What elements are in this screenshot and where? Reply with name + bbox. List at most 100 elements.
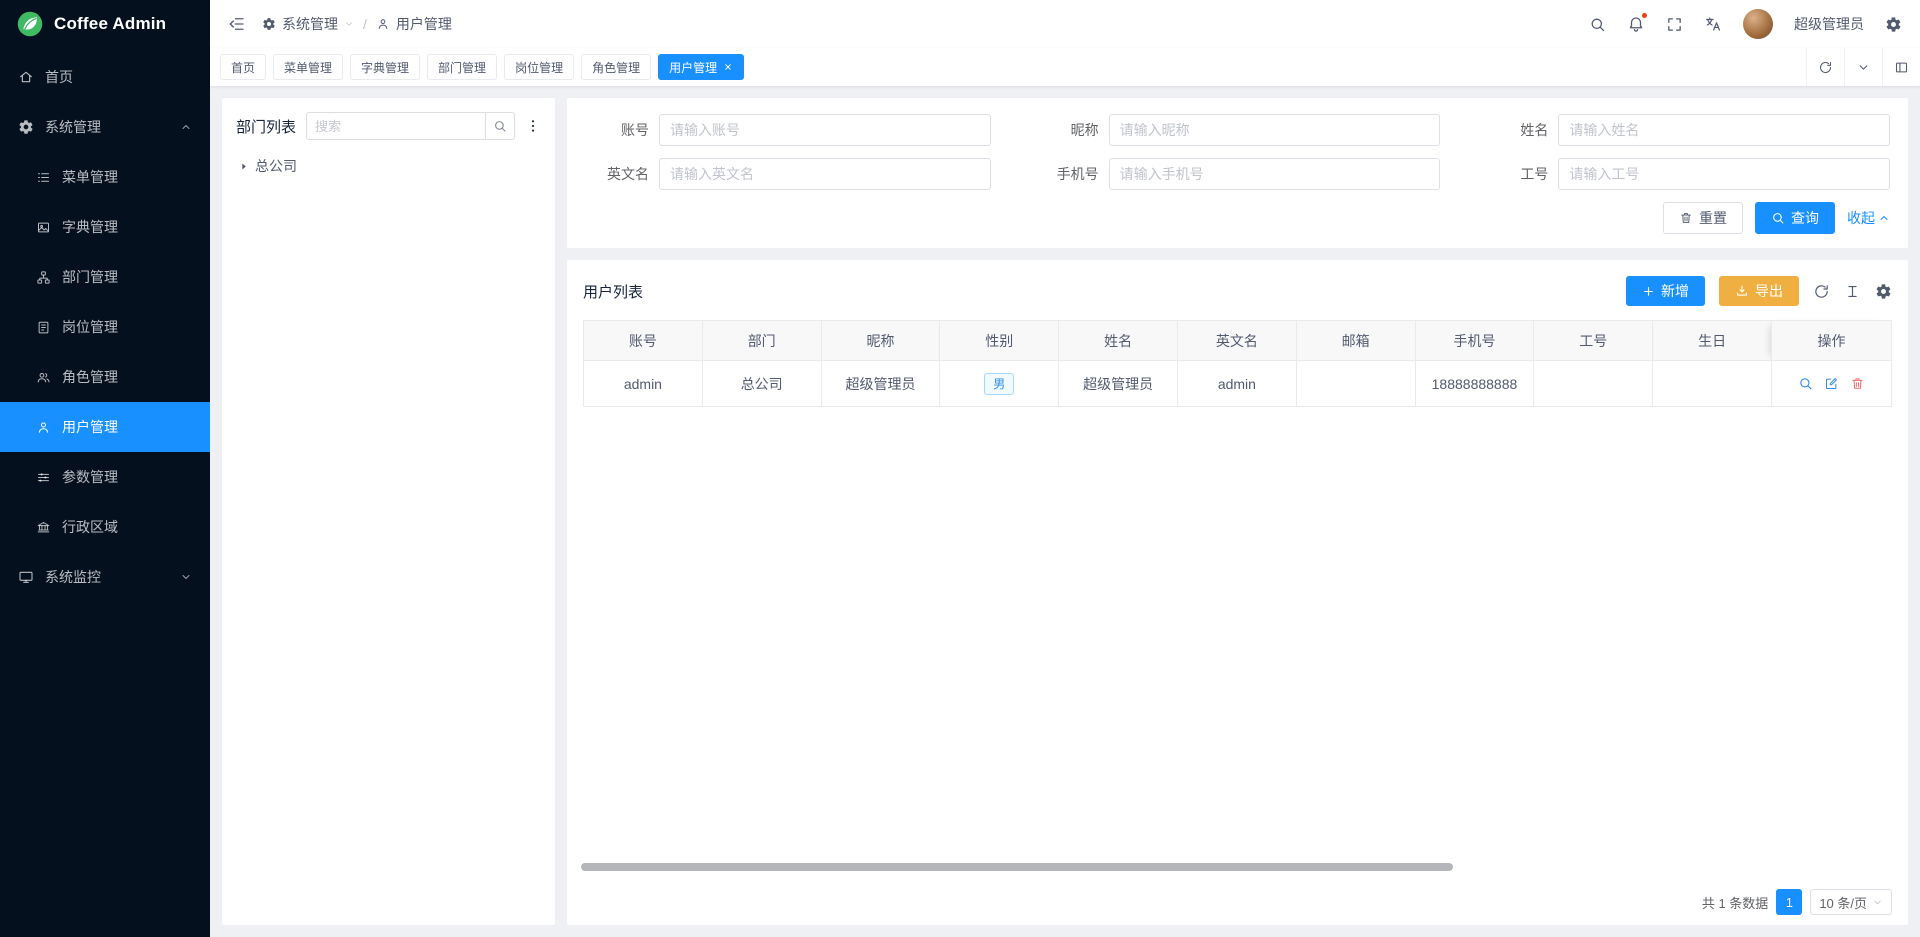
- add-user-button[interactable]: 新增: [1626, 276, 1705, 306]
- sidebar-menu: 首页 系统管理 菜单管理 字典管理 部门管理 岗位管理: [0, 48, 210, 937]
- export-button[interactable]: 导出: [1719, 276, 1799, 306]
- cell-nickname: 超级管理员: [821, 361, 940, 407]
- sidebar-item-home[interactable]: 首页: [0, 52, 210, 102]
- field-label: 昵称: [1035, 120, 1099, 140]
- field-account: 账号: [585, 114, 991, 146]
- sidebar-item-role-management[interactable]: 角色管理: [0, 352, 210, 402]
- add-button-label: 新增: [1661, 281, 1689, 301]
- sidebar-item-dict-management[interactable]: 字典管理: [0, 202, 210, 252]
- cell-account: admin: [584, 361, 703, 407]
- list-icon: [36, 170, 51, 185]
- sidebar-item-region-management[interactable]: 行政区域: [0, 502, 210, 552]
- tab-bar: 首页 菜单管理 字典管理 部门管理 岗位管理 角色管理 用户管理: [210, 48, 1920, 86]
- download-icon: [1735, 284, 1749, 298]
- notification-bell-icon[interactable]: [1627, 15, 1645, 33]
- tab-label: 用户管理: [669, 59, 717, 76]
- view-row-icon[interactable]: [1798, 376, 1813, 391]
- sidebar-item-label: 角色管理: [62, 367, 118, 387]
- page-size-select[interactable]: 10 条/页: [1810, 889, 1892, 915]
- account-input[interactable]: [659, 114, 991, 146]
- tab-dept-management[interactable]: 部门管理: [427, 54, 497, 80]
- nickname-input[interactable]: [1109, 114, 1441, 146]
- column-settings-icon[interactable]: [1844, 283, 1861, 300]
- content-fullscreen-icon[interactable]: [1882, 48, 1920, 86]
- translate-icon[interactable]: [1704, 15, 1722, 33]
- sidebar-item-param-management[interactable]: 参数管理: [0, 452, 210, 502]
- department-search-button[interactable]: [485, 112, 515, 140]
- sidebar-item-label: 行政区域: [62, 517, 118, 537]
- phone-input[interactable]: [1109, 158, 1441, 190]
- reset-button[interactable]: 重置: [1663, 202, 1743, 234]
- table-settings-gear-icon[interactable]: [1875, 283, 1892, 300]
- table-header-row: 账号 部门 昵称 性别 姓名 英文名 邮箱 手机号 工号 生日 操作: [584, 321, 1892, 361]
- field-label: 账号: [585, 120, 649, 140]
- tab-user-management[interactable]: 用户管理: [658, 54, 744, 80]
- column-header-dept: 部门: [702, 321, 821, 361]
- name-input[interactable]: [1558, 114, 1890, 146]
- filter-actions: 重置 查询 收起: [585, 202, 1890, 234]
- table-row[interactable]: admin 总公司 超级管理员 男 超级管理员 admin 1888888888…: [584, 361, 1892, 407]
- sitemap-icon: [36, 270, 51, 285]
- delete-row-icon[interactable]: [1850, 376, 1865, 391]
- cell-gender: 男: [940, 361, 1059, 407]
- tab-role-management[interactable]: 角色管理: [581, 54, 651, 80]
- export-button-label: 导出: [1755, 281, 1783, 301]
- department-tree: 总公司: [236, 154, 541, 178]
- user-list-header: 用户列表 新增 导出: [583, 276, 1892, 306]
- field-job-number: 工号: [1484, 158, 1890, 190]
- settings-gear-icon[interactable]: [1885, 16, 1902, 33]
- menu-fold-icon[interactable]: [228, 15, 246, 33]
- edit-row-icon[interactable]: [1824, 376, 1839, 391]
- refresh-tab-icon[interactable]: [1806, 48, 1844, 86]
- app-logo: Coffee Admin: [0, 0, 210, 48]
- dictionary-icon: [36, 220, 51, 235]
- tab-label: 岗位管理: [515, 59, 563, 76]
- tab-options-chevron-icon[interactable]: [1844, 48, 1882, 86]
- cell-phone: 18888888888: [1415, 361, 1534, 407]
- monitor-icon: [18, 569, 34, 585]
- current-user-name[interactable]: 超级管理员: [1794, 14, 1864, 34]
- search-icon[interactable]: [1589, 16, 1606, 33]
- avatar[interactable]: [1743, 9, 1773, 39]
- tab-close-icon[interactable]: [723, 62, 733, 72]
- home-icon: [18, 69, 34, 85]
- chevron-down-icon: [1872, 897, 1883, 908]
- tab-home[interactable]: 首页: [220, 54, 266, 80]
- top-header: 系统管理 / 用户管理 超级管理员: [210, 0, 1920, 48]
- sidebar-item-dept-management[interactable]: 部门管理: [0, 252, 210, 302]
- caret-right-icon[interactable]: [238, 161, 249, 172]
- row-actions: [1772, 376, 1891, 391]
- tab-menu-management[interactable]: 菜单管理: [273, 54, 343, 80]
- column-header-nickname: 昵称: [821, 321, 940, 361]
- tree-node-root[interactable]: 总公司: [236, 154, 541, 178]
- query-button[interactable]: 查询: [1755, 202, 1835, 234]
- tab-post-management[interactable]: 岗位管理: [504, 54, 574, 80]
- sidebar-item-menu-management[interactable]: 菜单管理: [0, 152, 210, 202]
- sidebar-item-post-management[interactable]: 岗位管理: [0, 302, 210, 352]
- cell-english-name: admin: [1177, 361, 1296, 407]
- horizontal-scrollbar[interactable]: [581, 863, 1453, 871]
- user-table: 账号 部门 昵称 性别 姓名 英文名 邮箱 手机号 工号 生日 操作: [583, 320, 1892, 407]
- breadcrumb-user-management[interactable]: 用户管理: [376, 14, 452, 34]
- trash-icon: [1679, 211, 1693, 225]
- more-options-icon[interactable]: [525, 118, 541, 134]
- plus-icon: [1642, 285, 1655, 298]
- sidebar-item-label: 字典管理: [62, 217, 118, 237]
- sidebar-item-user-management[interactable]: 用户管理: [0, 402, 210, 452]
- tab-dict-management[interactable]: 字典管理: [350, 54, 420, 80]
- page-number-button[interactable]: 1: [1776, 889, 1802, 915]
- sidebar-item-label: 系统管理: [45, 117, 101, 137]
- column-header-phone: 手机号: [1415, 321, 1534, 361]
- english-name-input[interactable]: [659, 158, 991, 190]
- page-size-label: 10 条/页: [1819, 893, 1867, 912]
- sidebar-item-system-management[interactable]: 系统管理: [0, 102, 210, 152]
- job-number-input[interactable]: [1558, 158, 1890, 190]
- sidebar-item-system-monitor[interactable]: 系统监控: [0, 552, 210, 602]
- chevron-up-icon: [1878, 212, 1890, 224]
- breadcrumb-system[interactable]: 系统管理: [262, 14, 354, 34]
- department-search-input[interactable]: [306, 112, 485, 140]
- refresh-list-icon[interactable]: [1813, 283, 1830, 300]
- collapse-filter-link[interactable]: 收起: [1847, 208, 1890, 228]
- fullscreen-icon[interactable]: [1666, 16, 1683, 33]
- pagination: 共 1 条数据 1 10 条/页: [583, 877, 1892, 915]
